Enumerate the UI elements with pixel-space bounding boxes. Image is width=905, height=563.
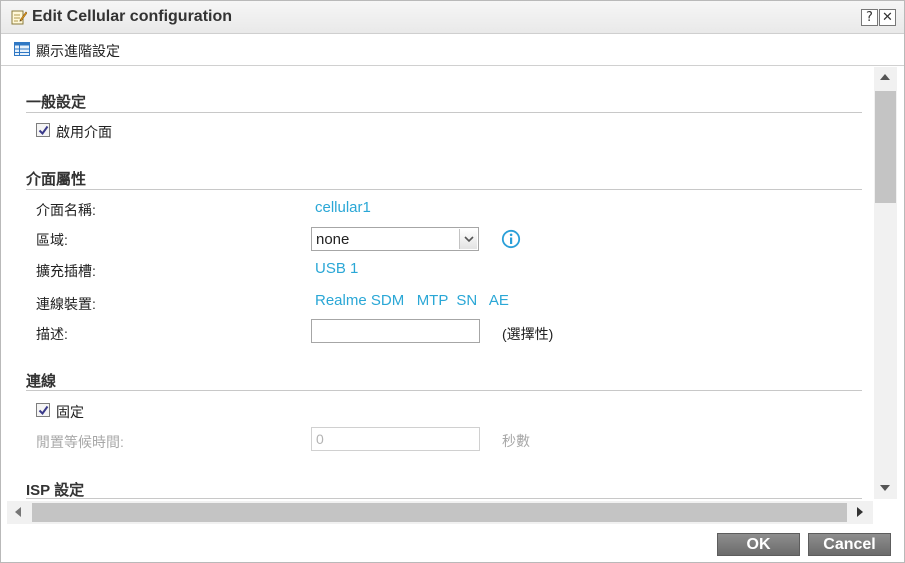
enable-interface-checkbox[interactable] (36, 123, 50, 137)
scroll-up-arrow-icon[interactable] (880, 74, 890, 80)
horizontal-scrollbar[interactable] (7, 501, 873, 524)
zone-select[interactable]: none (311, 227, 479, 251)
interface-name-label: 介面名稱: (36, 202, 96, 218)
dialog-title: Edit Cellular configuration (32, 8, 233, 25)
close-button[interactable]: ✕ (879, 9, 896, 26)
table-icon (14, 42, 30, 56)
ok-button[interactable]: OK (717, 533, 800, 556)
enable-interface-label: 啟用介面 (56, 124, 112, 140)
idle-timeout-input: 0 (311, 427, 480, 451)
fixed-connection-checkbox[interactable] (36, 403, 50, 417)
idle-timeout-unit: 秒數 (502, 433, 530, 449)
connected-device-label: 連線裝置: (36, 296, 96, 312)
fixed-connection-label: 固定 (56, 404, 84, 420)
chevron-down-icon[interactable] (459, 229, 477, 249)
edit-cellular-dialog: Edit Cellular configuration ? ✕ 顯示進階設定 一… (0, 0, 905, 563)
section-divider (26, 189, 862, 190)
optional-hint: (選擇性) (502, 326, 554, 342)
advanced-settings-bar: 顯示進階設定 (1, 35, 904, 66)
expansion-slot-value: USB 1 (315, 260, 359, 277)
section-divider (26, 498, 862, 499)
zone-label: 區域: (36, 232, 68, 248)
interface-name-value: cellular1 (315, 199, 371, 216)
edit-icon (11, 9, 28, 25)
dialog-titlebar[interactable]: Edit Cellular configuration ? ✕ (1, 1, 904, 34)
expansion-slot-label: 擴充插槽: (36, 263, 96, 279)
description-label: 描述: (36, 326, 68, 342)
interface-properties-heading: 介面屬性 (26, 171, 87, 188)
idle-timeout-value: 0 (316, 431, 324, 447)
general-settings-heading: 一般設定 (26, 94, 87, 111)
vertical-scroll-thumb[interactable] (875, 91, 896, 203)
connection-heading: 連線 (26, 373, 57, 390)
horizontal-scroll-thumb[interactable] (32, 503, 847, 522)
idle-timeout-label: 閒置等候時間: (36, 434, 124, 450)
scroll-left-arrow-icon[interactable] (15, 507, 21, 517)
section-divider (26, 112, 862, 113)
connected-device-value: Realme SDM MTP SN AE (315, 292, 509, 309)
cancel-button[interactable]: Cancel (808, 533, 891, 556)
show-advanced-settings-link[interactable]: 顯示進階設定 (36, 41, 120, 61)
zone-select-value: none (316, 231, 350, 248)
description-input[interactable] (311, 319, 480, 343)
help-button[interactable]: ? (861, 9, 878, 26)
isp-settings-heading: ISP 設定 (26, 482, 85, 499)
section-divider (26, 390, 862, 391)
form-content: 一般設定 啟用介面 介面屬性 介面名稱: cellular1 區域: none (7, 67, 873, 499)
info-icon[interactable] (501, 229, 521, 249)
scroll-right-arrow-icon[interactable] (857, 507, 863, 517)
scroll-down-arrow-icon[interactable] (880, 485, 890, 491)
vertical-scrollbar[interactable] (874, 67, 897, 499)
